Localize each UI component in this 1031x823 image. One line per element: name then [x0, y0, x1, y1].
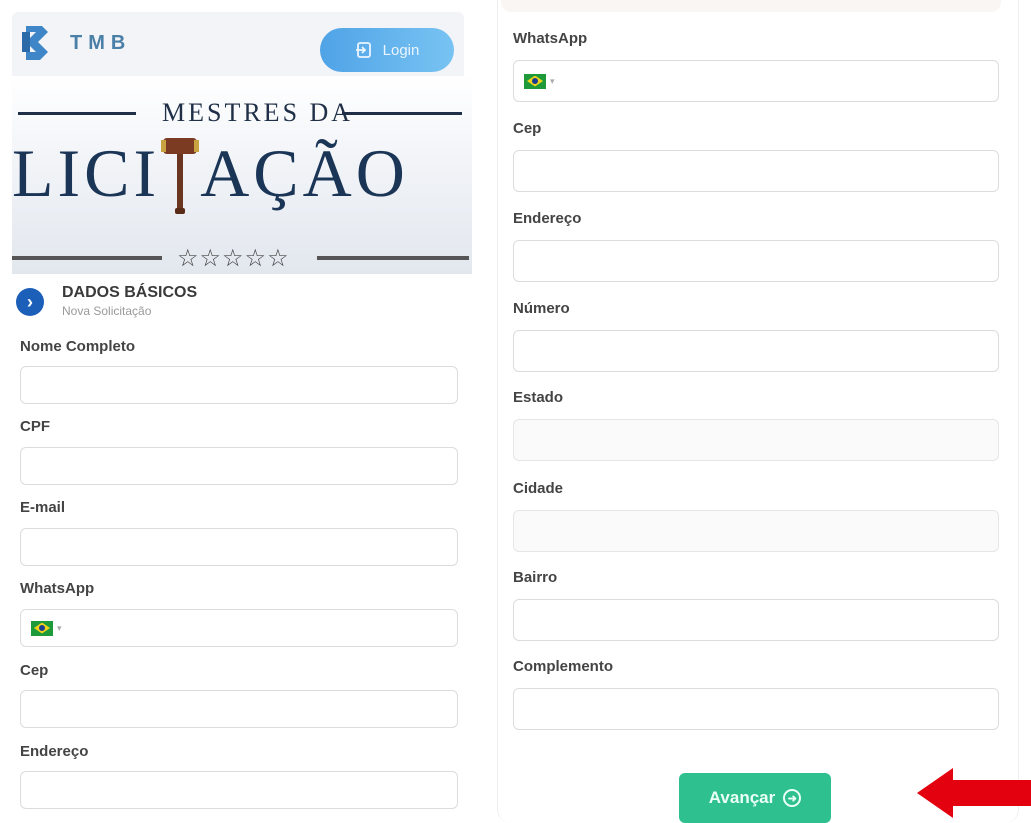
advance-label: Avançar: [708, 788, 776, 807]
whatsapp-input[interactable]: ▾: [513, 60, 999, 102]
full-name-input[interactable]: [20, 366, 458, 404]
field-label: E-mail: [20, 499, 66, 516]
field-label: Endereço: [513, 210, 582, 227]
section-subtitle: Nova Solicitação: [62, 304, 152, 318]
chevron-right-icon[interactable]: ›: [16, 288, 44, 316]
complement-input[interactable]: [513, 688, 999, 730]
whatsapp-input[interactable]: ▾: [20, 609, 458, 647]
banner-title-right: AÇÃO: [200, 135, 409, 211]
cep-input[interactable]: [513, 150, 999, 192]
field-label: CPF: [20, 418, 50, 435]
advance-button[interactable]: Avançar ➜: [679, 773, 831, 823]
brazil-flag-icon[interactable]: [524, 73, 546, 89]
caret-down-icon[interactable]: ▾: [550, 76, 555, 87]
address-input[interactable]: [513, 240, 999, 282]
top-bar: TMB Login: [12, 12, 464, 77]
banner-base-rule: [12, 256, 162, 260]
login-button[interactable]: Login: [320, 28, 454, 72]
caret-down-icon[interactable]: ▾: [57, 623, 62, 634]
field-label: Endereço: [20, 743, 89, 760]
field-label: Complemento: [513, 658, 614, 675]
address-input[interactable]: [20, 771, 458, 809]
login-label: Login: [382, 41, 420, 59]
field-label: Cep: [513, 120, 542, 137]
right-screen: WhatsApp ▾ Cep Endereço Número Estado Ci…: [497, 0, 1031, 823]
field-label: WhatsApp: [20, 580, 95, 597]
brand-name: TMB: [70, 32, 132, 54]
field-label: Cep: [20, 662, 49, 679]
cep-input[interactable]: [20, 690, 458, 728]
cpf-input[interactable]: [20, 447, 458, 485]
banner-rule: [18, 112, 136, 115]
brazil-flag-icon[interactable]: [31, 620, 53, 636]
hero-banner: MESTRES DA LICI AÇÃO ☆☆☆☆☆: [12, 76, 472, 274]
login-icon: [355, 42, 371, 58]
state-input[interactable]: [513, 419, 999, 461]
field-label: Nome Completo: [20, 338, 136, 355]
field-label: Estado: [513, 389, 564, 406]
banner-subtitle: MESTRES DA: [162, 98, 354, 127]
banner-title-left: LICI: [12, 135, 161, 211]
red-arrow-icon: [917, 768, 1031, 818]
city-input[interactable]: [513, 510, 999, 552]
banner-rule: [342, 112, 462, 115]
field-label: Bairro: [513, 569, 558, 586]
card-top-edge: [501, 0, 1001, 12]
left-screen: TMB Login MESTRES DA LICI AÇÃO ☆☆☆☆☆ › D…: [0, 0, 475, 823]
section-title: DADOS BÁSICOS: [62, 284, 198, 301]
email-input[interactable]: [20, 528, 458, 566]
field-label: Cidade: [513, 480, 564, 497]
field-label: Número: [513, 300, 570, 317]
tmb-logo-icon: [22, 26, 48, 60]
field-label: WhatsApp: [513, 30, 588, 47]
gavel-icon: [160, 134, 200, 214]
arrow-right-circle-icon: ➜: [783, 789, 802, 807]
banner-title: LICI AÇÃO: [12, 134, 472, 214]
banner-base-rule: [317, 256, 469, 260]
neighborhood-input[interactable]: [513, 599, 999, 641]
number-input[interactable]: [513, 330, 999, 372]
rating-stars: ☆☆☆☆☆: [177, 245, 290, 272]
